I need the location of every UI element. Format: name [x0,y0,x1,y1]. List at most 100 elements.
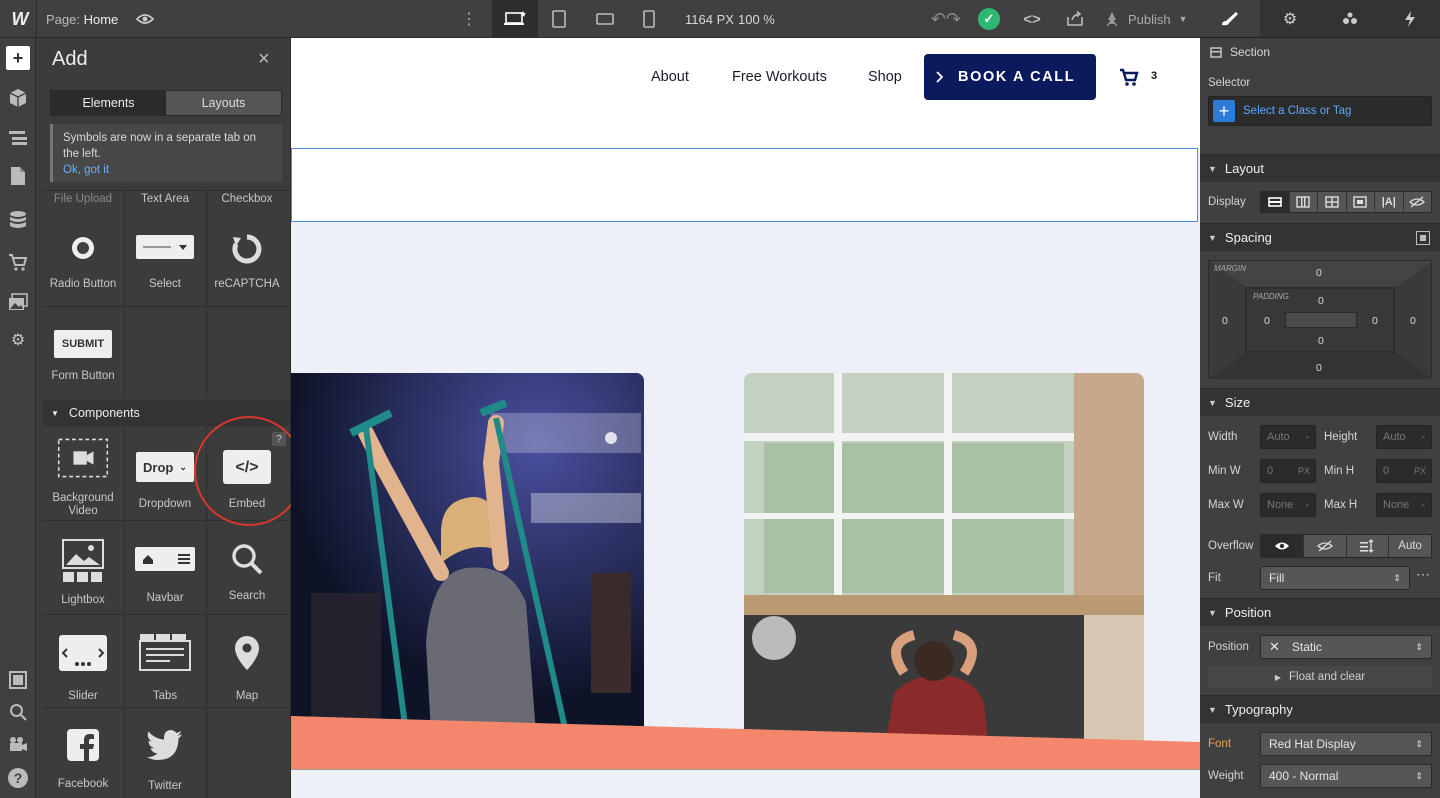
min-height-input[interactable]: 0 PX [1376,459,1432,483]
position-section-header[interactable]: ▼ Position [1200,598,1440,626]
nav-link-about[interactable]: About [651,69,689,85]
height-input[interactable]: Auto - [1376,425,1432,449]
overflow-auto-option[interactable]: Auto [1388,535,1431,557]
cart-icon[interactable] [1119,68,1139,89]
padding-right[interactable]: 0 [1372,315,1378,327]
display-flex-icon[interactable] [1288,192,1317,212]
padding-label: PADDING [1253,292,1289,301]
chevron-down-icon: ⌄ [179,461,187,472]
tile-map[interactable]: Map [206,634,288,704]
spacing-section-header[interactable]: ▼ Spacing [1200,223,1440,251]
selector-field[interactable]: + Select a Class or Tag [1208,96,1432,126]
tab-layouts[interactable]: Layouts [166,91,281,115]
caret-down-icon: ▼ [1208,232,1217,243]
overflow-visible-icon[interactable] [1261,535,1303,557]
tile-select[interactable]: Select [124,234,206,304]
code-export-icon[interactable]: <> [1020,0,1044,38]
tile-label-checkbox[interactable]: Checkbox [206,193,288,206]
padding-top[interactable]: 0 [1318,295,1324,307]
height-label: Height [1324,431,1358,443]
width-input[interactable]: Auto - [1260,425,1316,449]
display-none-icon[interactable] [1402,192,1431,212]
margin-right[interactable]: 0 [1410,315,1416,327]
font-select[interactable]: Red Hat Display ⇕ [1260,732,1432,756]
max-height-input[interactable]: None - [1376,493,1432,517]
margin-top[interactable]: 0 [1316,267,1322,279]
nav-link-shop[interactable]: Shop [868,69,902,85]
close-icon[interactable]: × [258,48,270,71]
weight-select[interactable]: 400 - Normal ⇕ [1260,764,1432,788]
share-icon[interactable] [1063,0,1087,38]
symbols-cube-icon[interactable] [6,86,30,110]
undo-redo-icon[interactable]: ↶↷ [926,0,966,38]
tile-navbar[interactable]: Navbar [124,546,206,610]
selected-section[interactable] [291,148,1198,222]
help-icon[interactable]: ? [6,766,30,790]
tab-elements[interactable]: Elements [51,91,166,115]
tablet-breakpoint-icon[interactable] [548,0,570,38]
overflow-hidden-icon[interactable] [1302,535,1346,557]
tile-lightbox[interactable]: Lightbox [42,538,124,610]
margin-bottom[interactable]: 0 [1316,362,1322,374]
mobile-portrait-breakpoint-icon[interactable] [640,0,658,38]
display-block-icon[interactable] [1261,192,1289,212]
layout-section-header[interactable]: ▼ Layout [1200,154,1440,182]
ecommerce-cart-icon[interactable] [6,250,30,274]
add-plus-icon[interactable]: + [6,46,30,70]
typography-section-header[interactable]: ▼ Typography [1200,695,1440,723]
cms-database-icon[interactable] [6,208,30,232]
tile-twitter[interactable]: Twitter [124,730,206,794]
spacing-expand-icon[interactable] [1416,230,1430,245]
mobile-landscape-breakpoint-icon[interactable] [594,0,616,38]
book-a-call-button[interactable]: BOOK A CALL [924,54,1096,100]
tile-form-button[interactable]: SUBMIT Form Button [42,330,124,394]
site-header[interactable]: About Free Workouts Shop BOOK A CALL 3 [291,38,1200,148]
assets-images-icon[interactable] [6,290,30,314]
tile-tabs[interactable]: Tabs [124,632,206,704]
preview-eye-icon[interactable] [134,0,156,38]
design-canvas[interactable]: About Free Workouts Shop BOOK A CALL 3 [291,38,1200,798]
display-grid-icon[interactable] [1317,192,1346,212]
display-inline-icon[interactable]: |A| [1374,192,1403,212]
search-icon[interactable] [6,700,30,724]
tile-facebook[interactable]: Facebook [42,728,124,794]
notice-dismiss-link[interactable]: Ok, got it [63,162,272,178]
desktop-breakpoint-icon[interactable] [492,0,538,38]
margin-box: MARGIN 0 0 0 0 PADDING 0 0 0 0 [1208,260,1433,379]
settings-gear-icon[interactable]: ⚙ [6,328,30,352]
tile-search[interactable]: Search [206,542,288,610]
interactions-drops-icon[interactable] [1320,0,1380,37]
recaptcha-icon [232,234,262,264]
tile-radio-button[interactable]: Radio Button [42,234,124,304]
navigator-icon[interactable] [6,126,30,150]
nav-link-free-workouts[interactable]: Free Workouts [732,69,827,85]
lightning-icon[interactable] [1380,0,1440,37]
more-fit-options-icon[interactable]: ⋯ [1416,566,1430,583]
font-label: Font [1208,738,1232,750]
publish-button[interactable]: Publish ▼ [1104,0,1188,38]
padding-left[interactable]: 0 [1264,315,1270,327]
tile-recaptcha[interactable]: reCAPTCHA [206,234,288,304]
tile-label-text-area[interactable]: Text Area [124,193,206,206]
overflow-scroll-icon[interactable] [1345,535,1389,557]
size-section-header[interactable]: ▼ Size [1200,388,1440,416]
float-and-clear-toggle[interactable]: ▶ Float and clear [1208,666,1432,688]
position-select[interactable]: ✕ Static ⇕ [1260,635,1432,659]
padding-bottom[interactable]: 0 [1318,335,1324,347]
pages-icon[interactable] [6,164,30,188]
settings-gear-icon[interactable]: ⚙ [1260,0,1320,37]
pages-outline-icon[interactable] [6,668,30,692]
style-brush-icon[interactable] [1200,0,1260,37]
webflow-logo[interactable]: W [8,0,32,38]
tile-slider[interactable]: Slider [42,634,124,704]
page-selector[interactable]: Page: Home [46,0,118,38]
more-options-icon[interactable]: ⋮ [461,0,477,38]
max-width-input[interactable]: None - [1260,493,1316,517]
min-width-input[interactable]: 0 PX [1260,459,1316,483]
tile-label-file-upload[interactable]: File Upload [42,193,124,206]
tile-background-video[interactable]: Background Video [42,438,124,518]
display-inline-block-icon[interactable] [1345,192,1374,212]
margin-left[interactable]: 0 [1222,315,1228,327]
video-tutorials-icon[interactable] [6,732,30,756]
fit-select[interactable]: Fill ⇕ [1260,566,1410,590]
